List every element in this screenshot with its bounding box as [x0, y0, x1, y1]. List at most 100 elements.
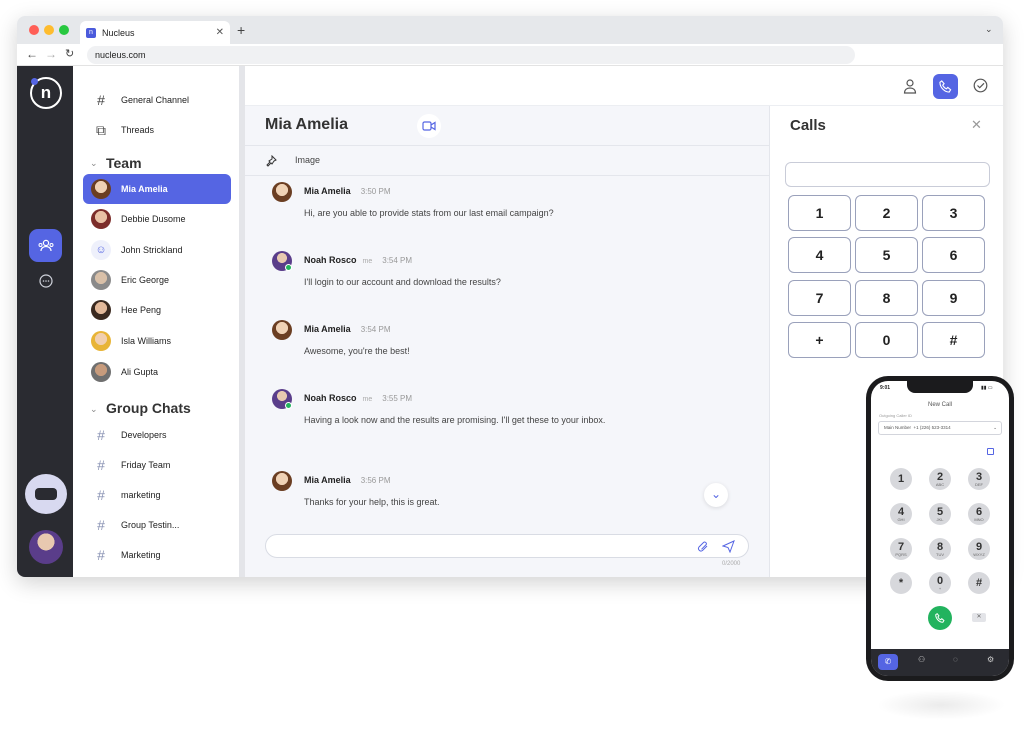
- backspace-icon[interactable]: ✕: [972, 613, 986, 622]
- address-bar-row: ← → ↻ nucleus.com: [17, 44, 1003, 66]
- browser-tab[interactable]: n Nucleus ✕: [80, 21, 230, 44]
- sidebar-item-john-strickland[interactable]: ☺ John Strickland: [83, 236, 231, 264]
- sidebar-item-developers[interactable]: # Developers: [83, 421, 231, 449]
- message-sender: Mia Amelia 3:56 PM: [304, 475, 391, 485]
- dial-key-3[interactable]: 3: [922, 195, 985, 231]
- phone-tab-settings-icon[interactable]: ⚙: [987, 655, 994, 664]
- sidebar-item-friday-team[interactable]: # Friday Team: [83, 451, 231, 479]
- chat-widget-icon: [35, 488, 57, 500]
- phone-tab-bar: ✆ ⚇ ◌ ⚙: [871, 649, 1009, 676]
- sidebar-item-isla-williams[interactable]: Isla Williams: [83, 327, 231, 355]
- dial-number-input[interactable]: [785, 162, 990, 187]
- dial-key-plus[interactable]: +: [788, 322, 851, 358]
- phone-key-7[interactable]: 7 PQRS: [890, 538, 912, 560]
- messages-nav-button[interactable]: [29, 264, 62, 297]
- sidebar-item-hee-peng[interactable]: Hee Peng: [83, 296, 231, 324]
- phone-key-3[interactable]: 3 DEF: [968, 468, 990, 490]
- reload-icon[interactable]: ↻: [65, 47, 74, 60]
- pin-icon[interactable]: [265, 154, 277, 172]
- back-arrow-icon[interactable]: ←: [26, 47, 38, 61]
- user-avatar[interactable]: [29, 530, 63, 564]
- minimize-window-button[interactable]: [44, 25, 54, 35]
- pinned-bar: Image: [245, 146, 769, 176]
- phone-key-hash[interactable]: #: [968, 572, 990, 594]
- dial-key-9[interactable]: 9: [922, 280, 985, 316]
- phone-key-0[interactable]: 0 +: [929, 572, 951, 594]
- team-section-title: Team: [106, 155, 142, 171]
- people-icon: [38, 239, 53, 251]
- message-sender: Noah Rosco me 3:54 PM: [304, 255, 413, 265]
- scroll-down-button[interactable]: ⌄: [704, 483, 728, 507]
- top-toolbar: [245, 66, 1003, 106]
- dial-key-0[interactable]: 0: [855, 322, 918, 358]
- status-time: 9:01: [880, 385, 891, 391]
- phone-tab-chat-icon[interactable]: ◌: [953, 655, 958, 664]
- dial-key-7[interactable]: 7: [788, 280, 851, 316]
- video-call-button[interactable]: [417, 114, 441, 138]
- calls-toolbar-button[interactable]: [933, 74, 958, 99]
- phone-key-8[interactable]: 8 TUV: [929, 538, 951, 560]
- maximize-window-button[interactable]: [59, 25, 69, 35]
- phone-notch: [907, 381, 973, 393]
- sidebar-item-mia-amelia[interactable]: Mia Amelia: [83, 174, 231, 204]
- phone-tab-contacts-icon[interactable]: ⚇: [918, 655, 925, 664]
- dial-key-1[interactable]: 1: [788, 195, 851, 231]
- sidebar-item-marketing[interactable]: # Marketing: [83, 541, 231, 569]
- sidebar-item-threads[interactable]: ⧉ Threads: [83, 116, 231, 144]
- chat-widget-button[interactable]: [25, 474, 67, 514]
- close-calls-icon[interactable]: ✕: [971, 117, 982, 133]
- profile-icon[interactable]: [903, 78, 917, 97]
- message-sender: Mia Amelia 3:54 PM: [304, 324, 391, 334]
- dial-key-2[interactable]: 2: [855, 195, 918, 231]
- forward-arrow-icon[interactable]: →: [45, 47, 57, 61]
- calls-title: Calls: [790, 117, 826, 134]
- phone-key-4[interactable]: 4 GHI: [890, 503, 912, 525]
- sidebar-item-debbie-dusome[interactable]: Debbie Dusome: [83, 205, 231, 233]
- sidebar-item-marketing-lower[interactable]: # marketing: [83, 481, 231, 509]
- dial-key-5[interactable]: 5: [855, 237, 918, 273]
- sidebar-item-ali-gupta[interactable]: Ali Gupta: [83, 358, 231, 386]
- phone-key-6[interactable]: 6 MNO: [968, 503, 990, 525]
- sidebar-item-eric-george[interactable]: Eric George: [83, 266, 231, 294]
- collapse-team-icon[interactable]: ⌄: [90, 158, 98, 169]
- message-text: Thanks for your help, this is great.: [304, 497, 440, 507]
- close-window-button[interactable]: [29, 25, 39, 35]
- phone-key-9[interactable]: 9 WXYZ: [968, 538, 990, 560]
- dial-key-6[interactable]: 6: [922, 237, 985, 273]
- tasks-check-icon[interactable]: [973, 78, 988, 98]
- new-tab-icon[interactable]: +: [237, 22, 245, 38]
- message-input[interactable]: [265, 534, 749, 558]
- battery-icon: ▮▮ ▭: [981, 385, 993, 391]
- nucleus-logo-icon: n: [86, 27, 96, 38]
- collapse-groups-icon[interactable]: ⌄: [90, 404, 98, 415]
- send-icon[interactable]: [721, 540, 735, 558]
- phone-key-1[interactable]: 1: [890, 468, 912, 490]
- contacts-nav-button[interactable]: [29, 229, 62, 262]
- phone-tab-calls-icon[interactable]: ✆: [878, 654, 898, 670]
- hash-icon: #: [97, 92, 105, 108]
- phone-icon: [939, 80, 952, 93]
- logo-dot: [31, 78, 38, 85]
- online-status-dot: [285, 402, 292, 409]
- phone-key-star[interactable]: *: [890, 572, 912, 594]
- phone-key-5[interactable]: 5 JKL: [929, 503, 951, 525]
- close-tab-icon[interactable]: ✕: [216, 27, 224, 38]
- hash-icon: #: [97, 427, 105, 443]
- attach-paperclip-icon[interactable]: [697, 540, 709, 558]
- avatar: [272, 320, 292, 340]
- dial-key-hash[interactable]: #: [922, 322, 985, 358]
- url-field[interactable]: nucleus.com: [87, 46, 855, 64]
- tab-title: Nucleus: [102, 27, 135, 38]
- contacts-book-icon[interactable]: [987, 448, 994, 455]
- phone-call-button[interactable]: [928, 606, 952, 630]
- phone-key-2[interactable]: 2 ABC: [929, 468, 951, 490]
- dial-key-4[interactable]: 4: [788, 237, 851, 273]
- dial-key-8[interactable]: 8: [855, 280, 918, 316]
- caller-id-select[interactable]: Main Number +1 (226) 523-3314 ⌄: [878, 421, 1002, 435]
- sidebar-item-general-channel[interactable]: # General Channel: [83, 86, 231, 114]
- hash-icon: #: [97, 457, 105, 473]
- chevron-down-icon[interactable]: ⌄: [985, 24, 993, 35]
- avatar: [91, 209, 111, 229]
- pinned-image-label[interactable]: Image: [295, 155, 320, 165]
- sidebar-item-group-testing[interactable]: # Group Testin...: [83, 511, 231, 539]
